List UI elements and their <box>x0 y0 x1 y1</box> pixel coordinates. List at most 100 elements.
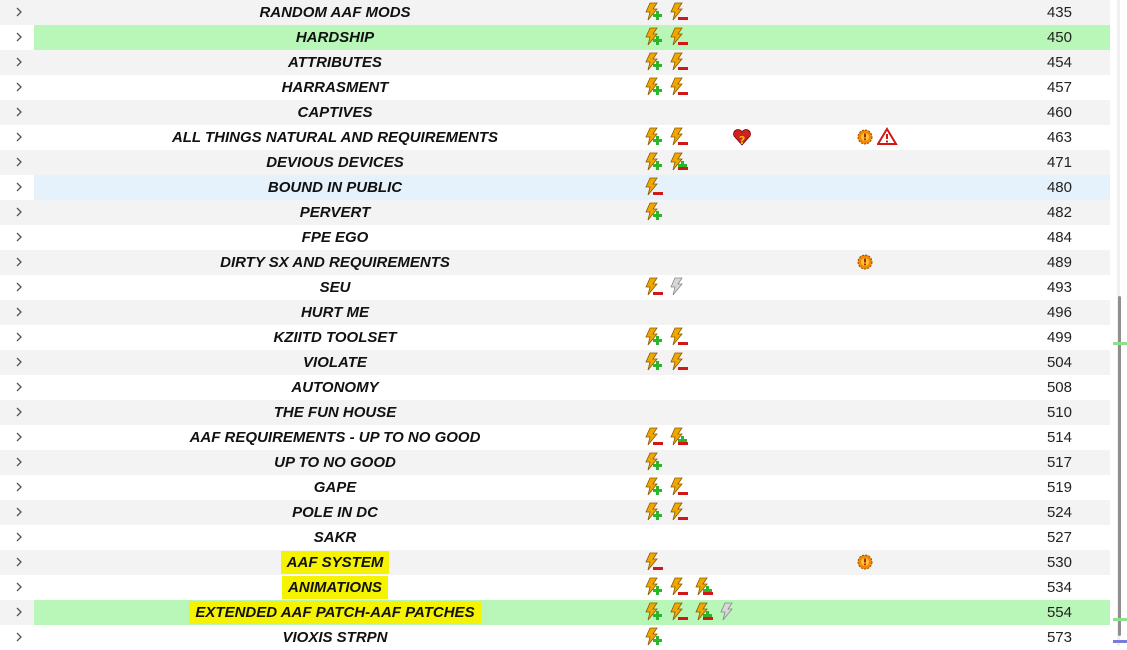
table-row[interactable]: BOUND IN PUBLIC 480 <box>0 175 1110 200</box>
priority-value: 527 <box>1046 529 1072 546</box>
table-row[interactable]: RANDOM AAF MODS 435 <box>0 0 1110 25</box>
table-row[interactable]: HARDSHIP 450 <box>0 25 1110 50</box>
plugin-remove-icon <box>667 52 689 72</box>
mod-name: THE FUN HOUSE <box>273 404 397 421</box>
expand-chevron-icon[interactable] <box>14 178 28 196</box>
expand-chevron-icon[interactable] <box>14 378 28 396</box>
mod-name: SAKR <box>313 529 357 546</box>
plugin-remove-icon <box>667 2 689 22</box>
plugin-remove-icon <box>667 327 689 347</box>
mod-name-cell: AUTONOMY <box>150 375 520 400</box>
table-row[interactable]: AUTONOMY 508 <box>0 375 1110 400</box>
plugin-remove-icon <box>667 602 689 622</box>
expand-chevron-icon[interactable] <box>14 553 28 571</box>
table-row[interactable]: SAKR 527 <box>0 525 1110 550</box>
table-row[interactable]: ANIMATIONS 534 <box>0 575 1110 600</box>
mod-name: DEVIOUS DEVICES <box>266 154 404 171</box>
table-row[interactable]: AAF REQUIREMENTS - UP TO NO GOOD 514 <box>0 425 1110 450</box>
plugin-remove-icon <box>667 352 689 372</box>
plugin-add-icon <box>642 452 664 472</box>
mod-name: UP TO NO GOOD <box>274 454 396 471</box>
table-row[interactable]: CAPTIVES 460 <box>0 100 1110 125</box>
table-row[interactable]: AAF SYSTEM 530 <box>0 550 1110 575</box>
priority-value: 524 <box>1046 504 1072 521</box>
expand-chevron-icon[interactable] <box>14 153 28 171</box>
plugin-flags <box>642 602 742 622</box>
mod-name-cell: BOUND IN PUBLIC <box>150 175 520 200</box>
plugin-add-icon <box>642 152 664 172</box>
table-row[interactable]: FPE EGO 484 <box>0 225 1110 250</box>
expand-chevron-icon[interactable] <box>14 128 28 146</box>
priority-value: 471 <box>1046 154 1072 171</box>
expand-chevron-icon[interactable] <box>14 478 28 496</box>
expand-chevron-icon[interactable] <box>14 578 28 596</box>
priority-value: 484 <box>1046 229 1072 246</box>
table-row[interactable]: THE FUN HOUSE 510 <box>0 400 1110 425</box>
mod-list: RANDOM AAF MODS 435 HARDSHIP 450 ATTRIBUTES 4… <box>0 0 1110 650</box>
expand-chevron-icon[interactable] <box>14 328 28 346</box>
expand-chevron-icon[interactable] <box>14 203 28 221</box>
mod-name: HURT ME <box>300 304 370 321</box>
table-row[interactable]: HURT ME 496 <box>0 300 1110 325</box>
expand-chevron-icon[interactable] <box>14 228 28 246</box>
table-row[interactable]: POLE IN DC 524 <box>0 500 1110 525</box>
mod-name-cell: EXTENDED AAF PATCH-AAF PATCHES <box>150 600 520 625</box>
table-row[interactable]: PERVERT 482 <box>0 200 1110 225</box>
table-row[interactable]: VIOLATE 504 <box>0 350 1110 375</box>
expand-chevron-icon[interactable] <box>14 28 28 46</box>
expand-chevron-icon[interactable] <box>14 103 28 121</box>
mod-name-cell: DEVIOUS DEVICES <box>150 150 520 175</box>
expand-chevron-icon[interactable] <box>14 603 28 621</box>
expand-chevron-icon[interactable] <box>14 253 28 271</box>
expand-chevron-icon[interactable] <box>14 353 28 371</box>
table-row[interactable]: SEU 493 <box>0 275 1110 300</box>
plugin-add-icon <box>642 602 664 622</box>
table-row[interactable]: GAPE 519 <box>0 475 1110 500</box>
priority-value: 510 <box>1046 404 1072 421</box>
table-row[interactable]: UP TO NO GOOD 517 <box>0 450 1110 475</box>
plugin-remove-icon <box>667 27 689 47</box>
expand-chevron-icon[interactable] <box>14 278 28 296</box>
vertical-scrollbar[interactable] <box>1110 0 1127 646</box>
mod-name: AUTONOMY <box>291 379 379 396</box>
expand-chevron-icon[interactable] <box>14 3 28 21</box>
warning-icon <box>876 127 899 152</box>
table-row[interactable]: VIOXIS STRPN 573 <box>0 625 1110 650</box>
priority-value: 514 <box>1046 429 1072 446</box>
plugin-flags <box>642 452 667 472</box>
expand-chevron-icon[interactable] <box>14 628 28 646</box>
plugin-remove-icon <box>667 127 689 147</box>
expand-chevron-icon[interactable] <box>14 303 28 321</box>
plugin-add-icon <box>642 27 664 47</box>
expand-chevron-icon[interactable] <box>14 528 28 546</box>
plugin-flags <box>642 202 667 222</box>
expand-chevron-icon[interactable] <box>14 78 28 96</box>
plugin-flags <box>642 77 692 97</box>
mod-name: HARDSHIP <box>295 29 375 46</box>
table-row[interactable]: ALL THINGS NATURAL AND REQUIREMENTS? 463 <box>0 125 1110 150</box>
expand-chevron-icon[interactable] <box>14 53 28 71</box>
plugin-flags <box>642 577 717 597</box>
mod-name-cell: ALL THINGS NATURAL AND REQUIREMENTS <box>150 125 520 150</box>
plugin-add-icon <box>642 627 664 647</box>
scrollbar-marker-blue <box>1113 640 1127 643</box>
priority-value: 463 <box>1046 129 1072 146</box>
mod-name-cell: PERVERT <box>150 200 520 225</box>
table-row[interactable]: DIRTY SX AND REQUIREMENTS 489 <box>0 250 1110 275</box>
table-row[interactable]: DEVIOUS DEVICES 471 <box>0 150 1110 175</box>
table-row[interactable]: HARRASMENT 457 <box>0 75 1110 100</box>
mod-name-cell: ANIMATIONS <box>150 575 520 600</box>
scrollbar-thumb[interactable] <box>1118 296 1121 636</box>
table-row[interactable]: EXTENDED AAF PATCH-AAF PATCHES 554 <box>0 600 1110 625</box>
expand-chevron-icon[interactable] <box>14 453 28 471</box>
mod-name: CAPTIVES <box>297 104 373 121</box>
expand-chevron-icon[interactable] <box>14 428 28 446</box>
priority-value: 482 <box>1046 204 1072 221</box>
expand-chevron-icon[interactable] <box>14 503 28 521</box>
plugin-add-remove-icon <box>667 152 689 172</box>
expand-chevron-icon[interactable] <box>14 403 28 421</box>
table-row[interactable]: KZIITD TOOLSET 499 <box>0 325 1110 350</box>
table-row[interactable]: ATTRIBUTES 454 <box>0 50 1110 75</box>
mod-name: EXTENDED AAF PATCH-AAF PATCHES <box>189 601 481 624</box>
plugin-flags <box>642 52 692 72</box>
